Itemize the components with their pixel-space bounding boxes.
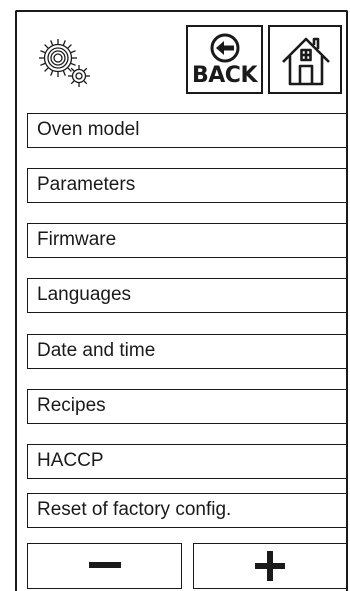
minus-button[interactable]: [27, 543, 182, 589]
menu-item-recipes[interactable]: Recipes: [27, 389, 347, 424]
menu-item-parameters[interactable]: Parameters: [27, 168, 347, 203]
back-button[interactable]: BACK: [186, 25, 263, 94]
settings-gears-icon: [39, 39, 90, 87]
arrow-left-circle-icon: [210, 33, 240, 63]
menu-item-reset-factory-config[interactable]: Reset of factory config.: [27, 493, 347, 528]
menu-item-firmware[interactable]: Firmware: [27, 223, 347, 258]
home-button[interactable]: [268, 25, 342, 94]
plus-button[interactable]: [193, 543, 347, 589]
menu-item-oven-model[interactable]: Oven model: [27, 113, 347, 148]
menu-item-haccp[interactable]: HACCP: [27, 444, 347, 479]
back-label: BACK: [192, 63, 258, 88]
home-icon: [282, 37, 330, 86]
plus-icon: [255, 551, 285, 581]
minus-icon: [88, 562, 121, 568]
menu-item-languages[interactable]: Languages: [27, 278, 347, 313]
menu-item-date-and-time[interactable]: Date and time: [27, 334, 347, 369]
